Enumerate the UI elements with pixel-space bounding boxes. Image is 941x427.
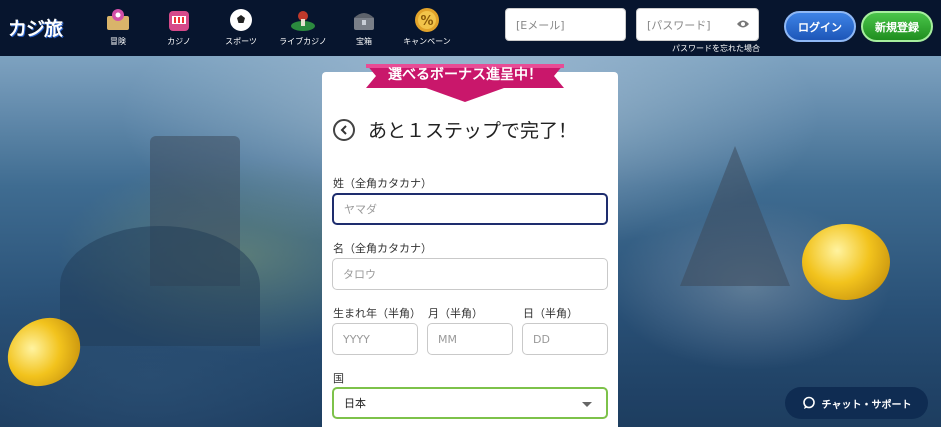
roulette-icon: [291, 11, 315, 31]
last-name-label: 姓（全角カタカナ）: [333, 177, 432, 190]
nav-item-sports[interactable]: スポーツ: [209, 6, 273, 47]
nav-item-campaign[interactable]: % キャンペーン: [395, 6, 459, 47]
map-icon: [107, 9, 129, 30]
chevron-left-icon: [340, 125, 347, 135]
email-placeholder: [Eメール]: [516, 18, 565, 32]
soccer-ball-icon: [230, 9, 252, 31]
nav-item-adventure[interactable]: 冒険: [86, 6, 150, 47]
chevron-down-icon: [582, 402, 592, 407]
country-label: 国: [333, 372, 344, 385]
treasure-chest-icon: [354, 13, 374, 30]
first-name-label: 名（全角カタカナ）: [333, 242, 432, 255]
chat-bubble-icon: [802, 396, 815, 409]
birth-day-placeholder: DD: [533, 332, 550, 346]
nav-label: ライブカジノ: [279, 37, 327, 46]
nav-item-treasure[interactable]: 宝箱: [332, 6, 396, 47]
nav-item-casino[interactable]: カジノ: [147, 6, 211, 47]
country-value: 日本: [344, 397, 366, 410]
nav-label: スポーツ: [225, 37, 257, 46]
first-name-field[interactable]: タロウ: [332, 258, 608, 290]
ribbon-text: 選べるボーナス進呈中！: [388, 67, 542, 83]
nav-label: 宝箱: [356, 37, 372, 46]
birth-month-label: 月（半角）: [428, 307, 483, 320]
chat-support-button[interactable]: チャット・サポート: [785, 387, 928, 419]
forgot-password-link[interactable]: パスワードを忘れた場合: [672, 43, 760, 54]
gold-coin-decoration: [802, 224, 890, 300]
nav-label: 冒険: [110, 37, 126, 46]
step-title: あと１ステップで完了！: [368, 120, 578, 142]
birth-day-label: 日（半角）: [523, 307, 578, 320]
country-select[interactable]: 日本: [332, 387, 608, 419]
nav-label: キャンペーン: [403, 37, 451, 46]
nav-item-live-casino[interactable]: ライブカジノ: [271, 6, 335, 47]
birth-month-field[interactable]: MM: [427, 323, 513, 355]
birth-year-label: 生まれ年（半角）: [333, 307, 421, 320]
svg-text:%: %: [420, 14, 433, 29]
site-logo[interactable]: カジ旅: [8, 14, 63, 41]
password-field[interactable]: [パスワード]: [636, 8, 759, 41]
castle-silhouette: [680, 146, 790, 286]
slot-machine-icon: [169, 11, 189, 31]
percent-coin-icon: %: [415, 8, 439, 32]
chat-label: チャット・サポート: [821, 399, 912, 411]
email-field[interactable]: [Eメール]: [505, 8, 626, 41]
birth-year-placeholder: YYYY: [343, 332, 370, 346]
last-name-field[interactable]: ヤマダ: [332, 193, 608, 225]
first-name-placeholder: タロウ: [343, 268, 376, 281]
birth-day-field[interactable]: DD: [522, 323, 608, 355]
birth-year-field[interactable]: YYYY: [332, 323, 418, 355]
password-placeholder: [パスワード]: [647, 18, 711, 32]
birth-month-placeholder: MM: [438, 332, 457, 346]
top-header: カジ旅 冒険 カジノ スポーツ ライブカジノ 宝箱 % キャンペーン [Eメール…: [0, 0, 941, 56]
last-name-placeholder: ヤマダ: [344, 203, 377, 216]
register-button[interactable]: 新規登録: [861, 11, 933, 42]
back-button[interactable]: [333, 119, 355, 141]
island-silhouette: [60, 226, 260, 346]
login-button[interactable]: ログイン: [784, 11, 856, 42]
eye-icon[interactable]: [736, 18, 750, 30]
nav-label: カジノ: [167, 37, 191, 46]
